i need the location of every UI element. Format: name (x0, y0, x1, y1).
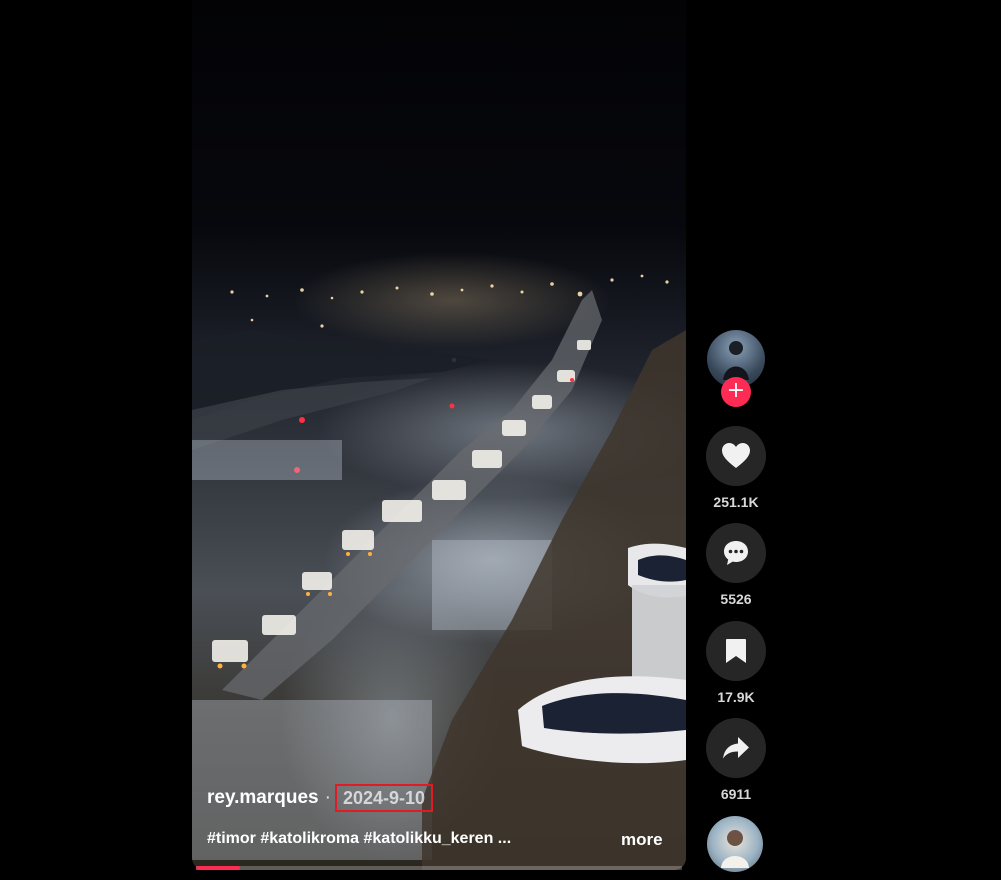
post-hashtags[interactable]: #timor #katolikroma #katolikku_keren ... (207, 830, 511, 848)
video-frame-scene (192, 274, 686, 870)
share-action: 6911 (706, 718, 766, 802)
save-button[interactable] (706, 621, 766, 681)
post-meta: rey.marques · 2024-9-10 (207, 784, 434, 812)
music-avatar-icon (721, 830, 749, 868)
share-count: 6911 (720, 786, 752, 802)
post-date: 2024-9-10 (342, 787, 426, 808)
author-name[interactable]: rey.marques (207, 787, 319, 809)
save-count: 17.9K (717, 689, 755, 705)
comment-count: 5526 (720, 591, 752, 607)
bookmark-icon (726, 639, 746, 663)
date-highlight-box: 2024-9-10 (334, 784, 434, 812)
video-progress-fill (196, 866, 240, 870)
like-count: 251.1K (713, 494, 759, 510)
comment-icon (724, 541, 748, 565)
share-button[interactable] (706, 718, 766, 778)
more-button[interactable]: more (621, 830, 663, 850)
video-progress-bar[interactable] (196, 866, 682, 870)
heart-icon (722, 443, 750, 468)
meta-separator: · (324, 787, 331, 808)
music-disc[interactable] (707, 816, 763, 872)
save-action: 17.9K (706, 621, 766, 705)
like-action: 251.1K (706, 426, 766, 510)
comment-button[interactable] (706, 523, 766, 583)
video-player[interactable] (192, 0, 686, 870)
like-button[interactable] (706, 426, 766, 486)
comment-action: 5526 (706, 523, 766, 607)
share-arrow-icon (723, 737, 749, 759)
follow-button[interactable]: + (721, 377, 751, 407)
